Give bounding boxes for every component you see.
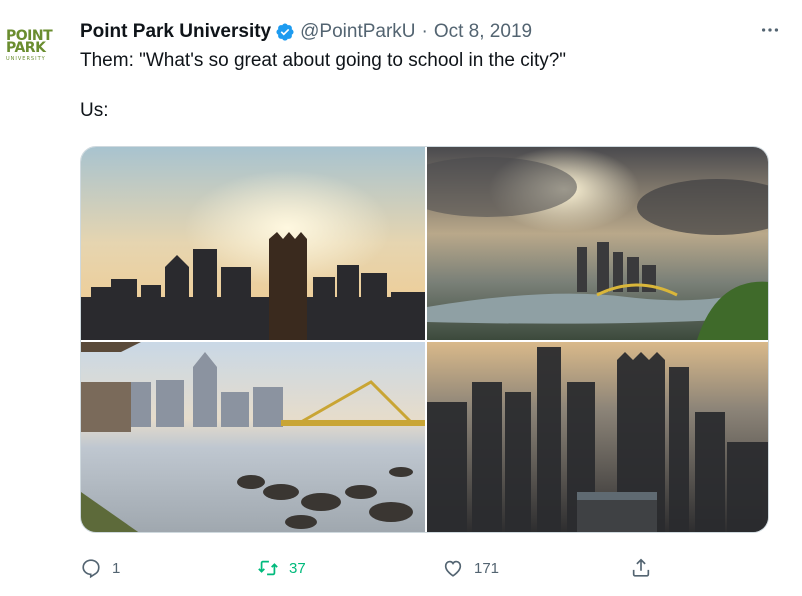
media-image-3[interactable] [81,342,425,532]
pittsburgh-river-bridge-reflection-photo [81,342,425,532]
pittsburgh-skyline-sunrise-photo [81,147,425,340]
avatar-logo-line3: UNIVERSITY [6,56,46,62]
account-name[interactable]: Point Park University [80,21,271,43]
tweet-line-1: Them: "What's so great about going to sc… [80,50,567,71]
retweet-count: 37 [289,559,306,577]
tweet-actions: 1 37 171 [80,554,770,584]
more-dots-icon [761,28,779,32]
reply-icon [82,559,100,579]
tweet-header: Point Park University @PointParkU · Oct … [80,20,782,44]
reply-count: 1 [112,559,121,577]
header-separator: · [421,21,428,42]
tweet-text: Them: "What's so great about going to sc… [80,48,760,123]
reply-button[interactable]: 1 [80,554,120,582]
avatar-logo-line2: PARK [6,40,46,56]
account-handle[interactable]: @PointParkU [300,21,415,43]
share-button[interactable] [630,554,662,582]
tweet-date[interactable]: Oct 8, 2019 [434,21,532,43]
media-grid [80,146,769,533]
tweet-line-2: Us: [80,100,109,121]
media-image-4[interactable] [427,342,768,532]
like-button[interactable]: 171 [442,554,499,582]
pittsburgh-aerial-clouds-photo [427,147,768,340]
retweet-icon [258,560,278,576]
retweet-button[interactable]: 37 [257,554,306,582]
pittsburgh-downtown-aerial-haze-photo [427,342,768,532]
like-count: 171 [474,559,500,577]
share-icon [632,558,650,577]
avatar[interactable]: POINT PARK UNIVERSITY [6,29,62,70]
media-image-2[interactable] [427,147,768,340]
verified-badge-icon [276,23,294,41]
more-options-button[interactable] [756,16,784,44]
heart-icon [444,560,462,577]
media-image-1[interactable] [81,147,425,340]
